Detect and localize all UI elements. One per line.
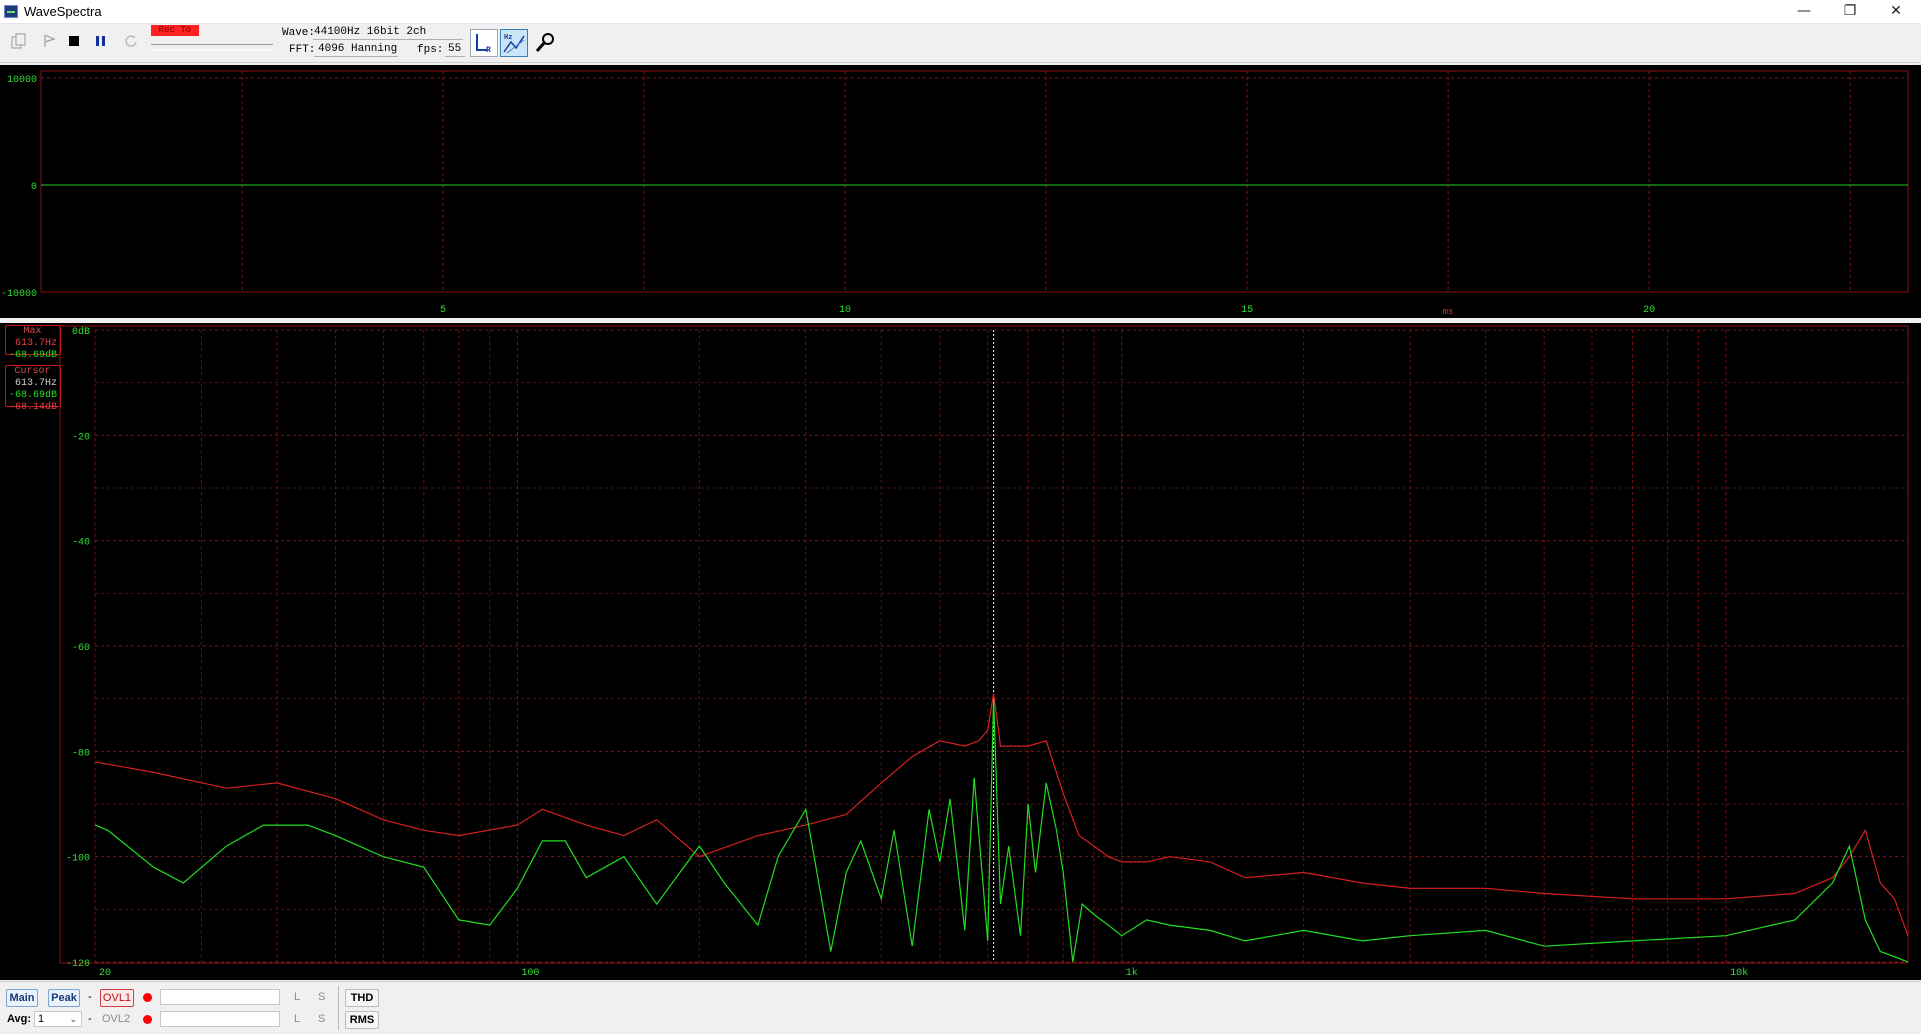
title-bar: WaveSpectra — ❐ ✕ xyxy=(0,0,1921,24)
pause-icon[interactable] xyxy=(90,30,112,52)
ovl1-button[interactable]: OVL1 xyxy=(100,989,134,1007)
hz-scale-icon[interactable]: Hz xyxy=(500,29,528,57)
waveform-x-tick: 5 xyxy=(440,305,446,316)
rec-to-indicator[interactable]: Rec To xyxy=(151,25,199,36)
ovl2-name-field[interactable] xyxy=(160,1011,280,1027)
fps-label: fps: xyxy=(417,44,444,56)
level-slider[interactable] xyxy=(151,44,273,51)
waveform-view[interactable]: 10000 0 -10000 5 10 15 20 ms xyxy=(0,65,1921,318)
waveform-y-tick: 0 xyxy=(31,182,37,193)
ovl2-l-toggle[interactable]: L xyxy=(294,1013,300,1025)
spectrum-x-tick: 10k xyxy=(1730,967,1748,979)
thd-button[interactable]: THD xyxy=(345,989,379,1007)
spectrum-y-tick: -100 xyxy=(66,854,90,865)
lr-channel-icon[interactable]: R xyxy=(470,29,498,57)
settings-wrench-icon[interactable] xyxy=(531,29,559,57)
max-readout-header: Max xyxy=(23,326,42,337)
close-button[interactable]: ✕ xyxy=(1873,0,1919,22)
waveform-plot[interactable]: 10000 0 -10000 5 10 15 20 ms xyxy=(0,65,1921,318)
fft-label: FFT: xyxy=(289,44,316,56)
spectrum-x-tick: 20 xyxy=(99,968,111,979)
app-icon xyxy=(4,5,18,18)
window-title: WaveSpectra xyxy=(24,4,102,19)
main-button[interactable]: Main xyxy=(6,989,38,1007)
rms-button[interactable]: RMS xyxy=(345,1011,379,1029)
bottombar-separator xyxy=(338,986,339,1030)
waveform-frame xyxy=(40,70,1909,293)
play-icon[interactable] xyxy=(38,30,60,52)
ovl2-record-icon[interactable] xyxy=(143,1015,152,1024)
spectrum-frame xyxy=(59,325,1909,964)
ovl2-s-toggle[interactable]: S xyxy=(318,1013,325,1025)
spectrum-y-tick: -40 xyxy=(72,538,90,549)
avg-select-value: 1 xyxy=(38,1013,45,1025)
spectrum-x-tick: 100 xyxy=(521,968,539,979)
fft-setting-field[interactable]: 4096 Hanning xyxy=(314,42,398,57)
dash-separator-2: - xyxy=(88,1013,92,1025)
fps-value: 55 xyxy=(448,43,462,55)
spectrum-plot[interactable]: 0dB -20 -40 -60 -80 -100 -120 20 100 1k 10k xyxy=(0,323,1921,980)
max-readout-freq: 613.7Hz xyxy=(14,338,57,349)
fps-field: 55 xyxy=(445,42,465,57)
waveform-y-tick: 10000 xyxy=(7,75,37,86)
cursor-readout-freq: 613.7Hz xyxy=(14,378,57,389)
waveform-x-tick: 10 xyxy=(839,305,851,316)
waveform-x-unit: ms xyxy=(1443,307,1454,317)
toolbar: Rec To Wave: 44100Hz 16bit 2ch FFT: 4096… xyxy=(0,24,1921,63)
wave-format-field: 44100Hz 16bit 2ch xyxy=(313,25,463,40)
bottom-bar: Main Peak - OVL1 L S THD Avg: 1 ⌄ - OVL2… xyxy=(0,981,1921,1034)
wave-format-value: 44100Hz 16bit 2ch xyxy=(314,26,427,38)
ovl1-l-toggle[interactable]: L xyxy=(294,991,300,1003)
spectrum-y-tick: -60 xyxy=(72,643,90,654)
loop-icon[interactable] xyxy=(120,30,142,52)
fft-setting-value: 4096 Hanning xyxy=(318,43,398,55)
cursor-readout-level-left: -68.69dB xyxy=(8,390,57,401)
cursor-readout-header: Cursor xyxy=(14,366,51,377)
ovl2-button[interactable]: OVL2 xyxy=(102,1013,130,1025)
spectrum-x-tick: 1k xyxy=(1126,967,1138,979)
cursor-readout-box: Cursor 613.7Hz -68.69dB -68.14dB xyxy=(5,365,61,413)
waveform-x-tick: 15 xyxy=(1241,305,1253,316)
svg-text:R: R xyxy=(486,46,491,55)
max-readout-box: Max 613.7Hz -68.69dB xyxy=(5,325,61,361)
max-readout-level: -68.69dB xyxy=(8,350,57,361)
peak-button[interactable]: Peak xyxy=(48,989,80,1007)
stop-icon[interactable] xyxy=(63,30,85,52)
minimize-button[interactable]: — xyxy=(1781,0,1827,22)
open-file-icon[interactable] xyxy=(8,30,30,52)
spectrum-series-left xyxy=(94,698,1909,963)
ovl1-record-icon[interactable] xyxy=(143,993,152,1002)
spectrum-y-tick: -80 xyxy=(72,748,90,759)
restore-button[interactable]: ❐ xyxy=(1827,0,1873,22)
waveform-y-tick: -10000 xyxy=(1,289,37,300)
avg-select[interactable]: 1 ⌄ xyxy=(34,1011,82,1027)
wave-label: Wave: xyxy=(282,27,316,39)
svg-text:Hz: Hz xyxy=(504,34,512,42)
spectrum-y-tick: -120 xyxy=(66,959,90,970)
ovl1-name-field[interactable] xyxy=(160,989,280,1005)
cursor-readout-level-right: -68.14dB xyxy=(8,402,57,413)
dash-separator: - xyxy=(88,991,92,1003)
spectrum-y-tick: 0dB xyxy=(72,326,90,338)
avg-label: Avg: xyxy=(7,1013,32,1025)
ovl1-s-toggle[interactable]: S xyxy=(318,991,325,1003)
waveform-x-tick: 20 xyxy=(1643,305,1655,316)
spectrum-y-tick: -20 xyxy=(72,432,90,443)
spectrum-view[interactable]: 0dB -20 -40 -60 -80 -100 -120 20 100 1k 10k Max 61… xyxy=(0,323,1921,980)
chevron-down-icon: ⌄ xyxy=(69,1014,77,1024)
